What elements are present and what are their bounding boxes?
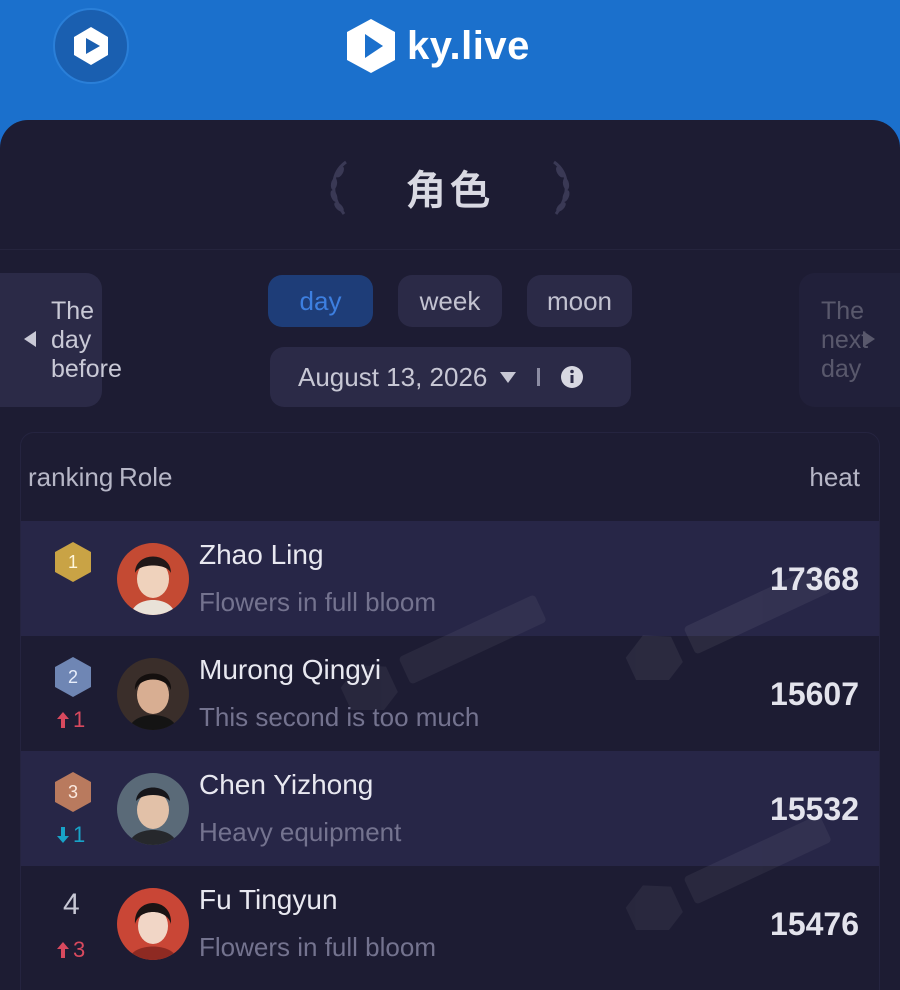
laurel-right-icon (553, 160, 570, 215)
app-header: ky.live (0, 0, 900, 130)
info-icon[interactable] (560, 365, 584, 389)
silver-medal-icon: 2 (55, 657, 91, 697)
home-logo-button[interactable] (53, 8, 129, 84)
brand-play-icon (347, 19, 395, 73)
play-logo-icon (74, 27, 108, 65)
arrow-up-icon (57, 942, 69, 958)
tab-day[interactable]: day (268, 275, 373, 327)
avatar (117, 543, 189, 615)
rank-cell: 3 1 (54, 771, 96, 851)
arrow-down-icon (57, 827, 69, 843)
role-name[interactable]: Fu Tingyun (199, 884, 338, 916)
rank-change-down: 1 (56, 822, 85, 847)
title-row: 角色 (0, 120, 900, 250)
rank-cell: 1 (54, 541, 96, 621)
header-heat: heat (809, 462, 860, 492)
header-role: Role (119, 462, 173, 492)
date-value: August 13, 2026 (298, 361, 488, 392)
bronze-medal-icon: 3 (55, 772, 91, 812)
watermark-logo (340, 595, 546, 710)
page-title: 角色 (406, 169, 494, 213)
watermark-logo (625, 815, 831, 930)
prev-day-button[interactable]: The day before (0, 273, 122, 407)
heat-value: 15607 (770, 676, 859, 712)
ranking-panel: 角色 The day before The next day day week … (0, 120, 900, 990)
tab-week[interactable]: week (398, 275, 502, 327)
tab-moon[interactable]: moon (527, 275, 632, 327)
rank-cell: 4 3 (54, 886, 96, 966)
avatar-portrait-icon (117, 658, 189, 730)
gold-medal-icon: 1 (55, 542, 91, 582)
role-drama: Heavy equipment (199, 817, 402, 847)
chevron-left-icon (24, 331, 36, 347)
avatar (117, 658, 189, 730)
table-header: ranking Role heat (21, 433, 879, 521)
header-ranking: ranking (28, 462, 114, 492)
prev-day-label: The day before (51, 297, 122, 383)
brand-logo: ky.live (345, 16, 530, 76)
arrow-up-icon (57, 712, 69, 728)
avatar-portrait-icon (117, 543, 189, 615)
watermark-logo (625, 565, 831, 680)
svg-text:1: 1 (68, 552, 78, 572)
brand-name: ky.live (407, 23, 530, 68)
caret-down-icon (500, 372, 517, 383)
avatar (117, 773, 189, 845)
avatar-portrait-icon (117, 773, 189, 845)
role-drama: Flowers in full bloom (199, 932, 436, 962)
avatar-portrait-icon (117, 888, 189, 960)
chevron-right-icon (863, 331, 875, 347)
role-name[interactable]: Chen Yizhong (199, 769, 373, 801)
svg-text:2: 2 (68, 667, 78, 687)
next-day-button[interactable]: The next day (799, 273, 900, 407)
date-picker[interactable]: August 13, 2026 (270, 347, 631, 407)
role-name[interactable]: Zhao Ling (199, 539, 324, 571)
svg-text:3: 3 (68, 782, 78, 802)
rank-change-up: 3 (56, 937, 85, 962)
rank-number: 4 (63, 888, 80, 921)
rank-change-up: 1 (56, 707, 85, 732)
divider (537, 368, 541, 386)
rank-cell: 2 1 (54, 656, 96, 736)
avatar (117, 888, 189, 960)
